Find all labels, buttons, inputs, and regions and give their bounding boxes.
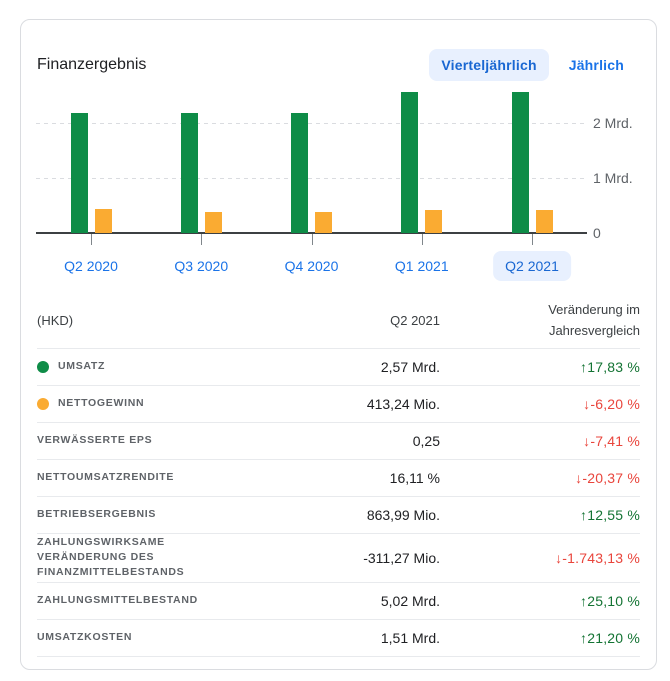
toggle-yearly-button[interactable]: Jährlich xyxy=(557,49,636,81)
y-axis-tick-label: 0 xyxy=(593,224,649,242)
gridline xyxy=(36,178,587,179)
bar-umsatz-q2-2020[interactable] xyxy=(71,113,88,233)
row-label: UMSATZ xyxy=(58,359,105,374)
row-label-cell: ZAHLUNGSWIRKSAME VERÄNDERUNG DES FINANZM… xyxy=(37,535,207,581)
x-axis-tick xyxy=(201,234,202,245)
row-change: ↓-7,41 % xyxy=(440,433,640,449)
table-row: ZAHLUNGSWIRKSAME VERÄNDERUNG DES FINANZM… xyxy=(37,534,640,583)
bar-chart: 2 Mrd. 1 Mrd. 0 xyxy=(21,86,656,247)
x-label-q1-2021[interactable]: Q1 2021 xyxy=(395,258,449,274)
table-row: VERWÄSSERTE EPS 0,25 ↓-7,41 % xyxy=(37,423,640,460)
financials-table: (HKD) Q2 2021 Veränderung im Jahresvergl… xyxy=(37,293,640,657)
row-label: NETTOUMSATZRENDITE xyxy=(37,470,174,485)
row-label-cell: ZAHLUNGSMITTELBESTAND xyxy=(37,593,207,608)
currency-header: (HKD) xyxy=(37,313,207,328)
gridline xyxy=(36,123,587,124)
row-value: 1,51 Mrd. xyxy=(207,630,440,646)
row-value: 863,99 Mio. xyxy=(207,507,440,523)
table-row: UMSATZKOSTEN 1,51 Mrd. ↑21,20 % xyxy=(37,620,640,657)
y-axis-tick-label: 2 Mrd. xyxy=(593,114,649,132)
period-header: Q2 2021 xyxy=(207,313,440,328)
row-label-cell: BETRIEBSERGEBNIS xyxy=(37,507,207,522)
card-header: Finanzergebnis Vierteljährlich Jährlich xyxy=(37,47,636,83)
row-change: ↑21,20 % xyxy=(440,630,640,646)
row-label-cell: NETTOGEWINN xyxy=(37,396,207,411)
row-value: -311,27 Mio. xyxy=(207,550,440,566)
card-title: Finanzergebnis xyxy=(37,56,146,74)
row-label: NETTOGEWINN xyxy=(58,396,144,411)
row-change: ↓-6,20 % xyxy=(440,396,640,412)
x-axis-tick xyxy=(91,234,92,245)
row-change: ↑17,83 % xyxy=(440,359,640,375)
table-row: UMSATZ 2,57 Mrd. ↑17,83 % xyxy=(37,349,640,386)
row-label: ZAHLUNGSWIRKSAME VERÄNDERUNG DES FINANZM… xyxy=(37,535,207,581)
bar-umsatz-q4-2020[interactable] xyxy=(291,113,308,233)
row-label-cell: VERWÄSSERTE EPS xyxy=(37,433,207,448)
row-value: 2,57 Mrd. xyxy=(207,359,440,375)
row-label-cell: NETTOUMSATZRENDITE xyxy=(37,470,207,485)
series-dot xyxy=(37,398,49,410)
row-label: BETRIEBSERGEBNIS xyxy=(37,507,156,522)
row-label-cell: UMSATZ xyxy=(37,359,207,374)
bar-umsatz-q2-2021[interactable] xyxy=(512,92,529,233)
row-change: ↓-20,37 % xyxy=(440,470,640,486)
toggle-quarterly-button[interactable]: Vierteljährlich xyxy=(429,49,548,81)
row-label-cell: UMSATZKOSTEN xyxy=(37,630,207,645)
bar-nettogewinn-q1-2021[interactable] xyxy=(425,210,442,233)
table-header-row: (HKD) Q2 2021 Veränderung im Jahresvergl… xyxy=(37,293,640,349)
row-label: ZAHLUNGSMITTELBESTAND xyxy=(37,593,198,608)
bar-nettogewinn-q4-2020[interactable] xyxy=(315,212,332,233)
x-axis-tick xyxy=(532,234,533,245)
x-label-q4-2020[interactable]: Q4 2020 xyxy=(285,258,339,274)
row-label: VERWÄSSERTE EPS xyxy=(37,433,152,448)
y-axis-tick-label: 1 Mrd. xyxy=(593,169,649,187)
table-row: ZAHLUNGSMITTELBESTAND 5,02 Mrd. ↑25,10 % xyxy=(37,583,640,620)
x-axis-tick xyxy=(312,234,313,245)
x-axis-tick xyxy=(422,234,423,245)
row-change: ↑12,55 % xyxy=(440,507,640,523)
x-label-q2-2021[interactable]: Q2 2021 xyxy=(493,251,571,281)
table-row: BETRIEBSERGEBNIS 863,99 Mio. ↑12,55 % xyxy=(37,497,640,534)
row-value: 5,02 Mrd. xyxy=(207,593,440,609)
row-value: 413,24 Mio. xyxy=(207,396,440,412)
bar-umsatz-q1-2021[interactable] xyxy=(401,92,418,233)
table-row: NETTOUMSATZRENDITE 16,11 % ↓-20,37 % xyxy=(37,460,640,497)
series-dot xyxy=(37,361,49,373)
row-change: ↓-1.743,13 % xyxy=(440,550,640,566)
x-axis-labels: Q2 2020 Q3 2020 Q4 2020 Q1 2021 Q2 2021 xyxy=(21,247,656,283)
bar-nettogewinn-q2-2020[interactable] xyxy=(95,209,112,233)
financials-card: Finanzergebnis Vierteljährlich Jährlich … xyxy=(20,19,657,670)
row-value: 16,11 % xyxy=(207,470,440,486)
bar-nettogewinn-q3-2020[interactable] xyxy=(205,212,222,233)
row-change: ↑25,10 % xyxy=(440,593,640,609)
row-value: 0,25 xyxy=(207,433,440,449)
bar-nettogewinn-q2-2021[interactable] xyxy=(536,210,553,233)
x-label-q3-2020[interactable]: Q3 2020 xyxy=(174,258,228,274)
change-header: Veränderung im Jahresvergleich xyxy=(440,300,640,340)
table-row: NETTOGEWINN 413,24 Mio. ↓-6,20 % xyxy=(37,386,640,423)
x-label-q2-2020[interactable]: Q2 2020 xyxy=(64,258,118,274)
bar-umsatz-q3-2020[interactable] xyxy=(181,113,198,233)
period-toggle: Vierteljährlich Jährlich xyxy=(429,49,636,81)
row-label: UMSATZKOSTEN xyxy=(37,630,132,645)
